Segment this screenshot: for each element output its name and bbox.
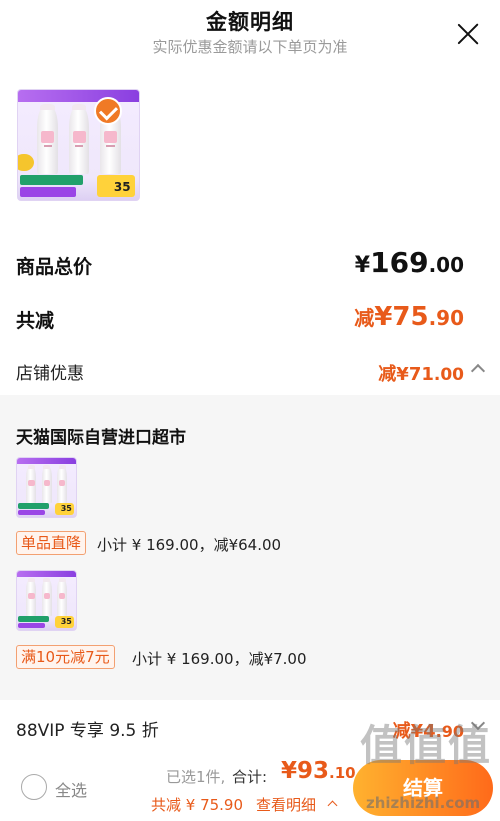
chevron-down-icon[interactable] [470, 715, 486, 731]
total-price-value: ¥169.00 [354, 246, 464, 279]
total-price-label: 商品总价 [16, 256, 93, 278]
chevron-up-icon[interactable] [470, 363, 486, 379]
shop-discount-panel: 天猫国际自营进口超市 35 单品直降 小计 ¥ 169.00，减¥64.00 3… [0, 395, 500, 700]
promo-tag: 单品直降 [16, 531, 87, 555]
price-tag: 35 [55, 503, 75, 516]
vip-discount-label[interactable]: 88VIP 专享 9.5 折 [16, 716, 159, 741]
select-all-radio[interactable] [21, 774, 47, 800]
flower-decoration [18, 153, 34, 172]
checkout-button[interactable]: 结算 [353, 760, 493, 816]
store-name: 天猫国际自营进口超市 [16, 428, 186, 448]
item-thumbnail[interactable]: 35 [16, 570, 77, 631]
bottle-image [68, 103, 90, 174]
close-icon[interactable] [456, 22, 480, 46]
shop-discount-label[interactable]: 店铺优惠 [16, 359, 84, 384]
vip-discount-value[interactable]: 减¥4.90 [393, 717, 464, 743]
promo-tag: 满10元减7元 [16, 645, 115, 669]
select-all-label[interactable]: 全选 [55, 777, 87, 801]
price-tag: 35 [96, 174, 136, 197]
item-subtotal: 小计 ¥ 169.00，减¥64.00 [97, 536, 282, 554]
total-reduction-label: 共减 [16, 310, 55, 332]
item-thumbnail[interactable]: 35 [16, 457, 77, 518]
promo-strip [20, 174, 84, 185]
product-image[interactable]: 35 [17, 89, 140, 201]
checkout-bar: 全选 已选1件, 合计: ¥93.10 共减 ¥ 75.90 查看明细 结算 [0, 750, 500, 821]
sum-label: 合计: [232, 768, 268, 786]
total-reduction-value: 减¥75.90 [354, 302, 464, 332]
page-title: 金额明细 [206, 10, 294, 34]
selected-count: 已选1件, [166, 768, 226, 786]
chevron-up-icon[interactable] [327, 800, 338, 811]
page-subtitle: 实际优惠金额请以下单页为准 [152, 38, 348, 56]
shop-discount-value[interactable]: 减¥71.00 [378, 360, 464, 386]
sum-value: ¥93.10 [281, 758, 356, 784]
detail-header: 金额明细 实际优惠金额请以下单页为准 [0, 0, 500, 70]
bottle-image [37, 103, 58, 174]
view-detail-link[interactable]: 查看明细 [256, 794, 316, 815]
item-subtotal: 小计 ¥ 169.00，减¥7.00 [132, 650, 307, 668]
price-tag: 35 [55, 616, 75, 629]
promo-strip [20, 186, 77, 197]
selected-check-icon[interactable] [94, 97, 122, 125]
product-banner [18, 90, 139, 103]
total-saving: 共减 ¥ 75.90 [151, 796, 244, 814]
